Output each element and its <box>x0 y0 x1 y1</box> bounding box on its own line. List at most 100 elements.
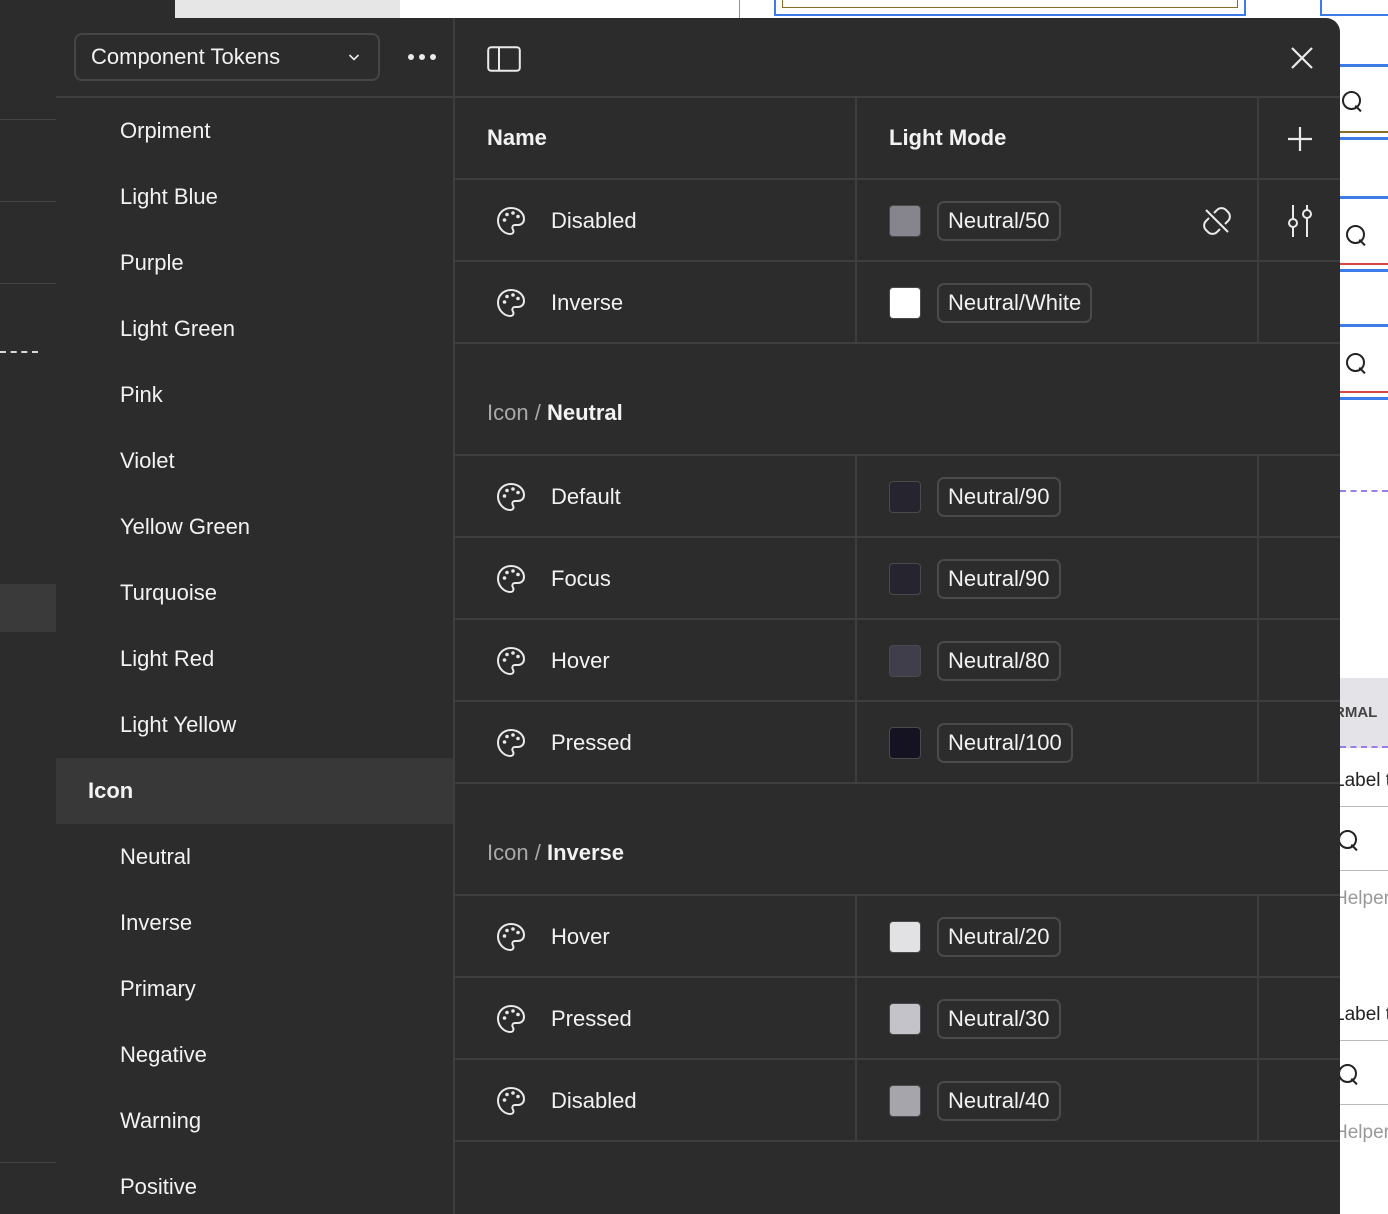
canvas-divider <box>0 119 56 120</box>
canvas-search-field <box>1340 324 1388 400</box>
color-swatch[interactable] <box>889 205 921 237</box>
group-item[interactable]: Light Red <box>56 626 453 692</box>
group-item[interactable]: Pink <box>56 362 453 428</box>
token-row[interactable]: Hover Neutral/20 <box>455 896 1340 978</box>
palette-icon <box>495 921 527 953</box>
column-header-mode[interactable]: Light Mode <box>857 98 1259 178</box>
alias-pill[interactable]: Neutral/20 <box>937 917 1061 957</box>
color-swatch[interactable] <box>889 1085 921 1117</box>
token-name: Hover <box>551 648 610 673</box>
alias-pill[interactable]: Neutral/80 <box>937 641 1061 681</box>
group-item[interactable]: Purple <box>56 230 453 296</box>
canvas-label-text: Label text <box>1340 1004 1388 1025</box>
search-icon <box>1338 1064 1360 1086</box>
token-value-cell[interactable]: Neutral/90 <box>857 456 1259 536</box>
canvas-guide-dash <box>1340 746 1388 748</box>
token-row[interactable]: Disabled Neutral/40 <box>455 1060 1340 1142</box>
more-dot <box>419 54 425 60</box>
token-name-cell[interactable]: Focus <box>455 538 857 618</box>
group-item[interactable]: Warning <box>56 1088 453 1154</box>
token-row[interactable]: Pressed Neutral/100 <box>455 702 1340 784</box>
plus-icon[interactable] <box>1287 126 1313 152</box>
token-name: Hover <box>551 924 610 949</box>
group-item[interactable]: Light Green <box>56 296 453 362</box>
color-swatch[interactable] <box>889 1003 921 1035</box>
token-value-cell[interactable]: Neutral/White <box>857 262 1259 342</box>
color-swatch[interactable] <box>889 481 921 513</box>
canvas-input-border <box>1340 1104 1388 1105</box>
alias-pill[interactable]: Neutral/30 <box>937 999 1061 1039</box>
color-swatch[interactable] <box>889 921 921 953</box>
token-name-cell[interactable]: Default <box>455 456 857 536</box>
alias-pill[interactable]: Neutral/100 <box>937 723 1073 763</box>
color-swatch[interactable] <box>889 287 921 319</box>
token-row[interactable]: Hover Neutral/80 <box>455 620 1340 702</box>
alias-pill[interactable]: Neutral/90 <box>937 477 1061 517</box>
table-toolbar <box>455 18 1340 98</box>
alias-pill[interactable]: Neutral/50 <box>937 201 1061 241</box>
group-item[interactable]: Yellow Green <box>56 494 453 560</box>
token-actions-cell <box>1259 1060 1340 1140</box>
collection-select[interactable]: Component Tokens <box>74 33 380 81</box>
token-name-cell[interactable]: Disabled <box>455 180 857 260</box>
section-separator: / <box>534 840 541 865</box>
token-actions-cell <box>1259 180 1340 260</box>
token-row[interactable]: Inverse Neutral/White <box>455 262 1340 344</box>
group-item[interactable]: Inverse <box>56 890 453 956</box>
group-item[interactable]: Light Yellow <box>56 692 453 758</box>
alias-pill[interactable]: Neutral/White <box>937 283 1093 323</box>
token-name-cell[interactable]: Hover <box>455 896 857 976</box>
canvas-search-field <box>1340 196 1388 272</box>
group-item-icon[interactable]: Icon <box>56 758 453 824</box>
sidebar-toggle-icon[interactable] <box>487 46 521 72</box>
token-value-cell[interactable]: Neutral/50 <box>857 180 1259 260</box>
token-row[interactable]: Disabled Neutral/50 <box>455 180 1340 262</box>
detach-alias-icon[interactable] <box>1203 207 1231 235</box>
palette-icon <box>495 645 527 677</box>
token-row[interactable]: Focus Neutral/90 <box>455 538 1340 620</box>
color-swatch[interactable] <box>889 727 921 759</box>
canvas-divider <box>0 283 56 284</box>
group-item[interactable]: Primary <box>56 956 453 1022</box>
palette-icon <box>495 205 527 237</box>
group-item[interactable]: Orpiment <box>56 98 453 164</box>
token-name-cell[interactable]: Disabled <box>455 1060 857 1140</box>
token-value-cell[interactable]: Neutral/20 <box>857 896 1259 976</box>
token-row[interactable]: Default Neutral/90 <box>455 456 1340 538</box>
color-swatch[interactable] <box>889 563 921 595</box>
token-actions-cell <box>1259 702 1340 782</box>
token-row[interactable]: Pressed Neutral/30 <box>455 978 1340 1060</box>
group-item[interactable]: Turquoise <box>56 560 453 626</box>
token-value-cell[interactable]: Neutral/80 <box>857 620 1259 700</box>
alias-pill[interactable]: Neutral/90 <box>937 559 1061 599</box>
group-item[interactable]: Violet <box>56 428 453 494</box>
token-name-cell[interactable]: Inverse <box>455 262 857 342</box>
token-name-cell[interactable]: Hover <box>455 620 857 700</box>
more-options-button[interactable] <box>400 42 444 72</box>
token-actions-cell <box>1259 538 1340 618</box>
close-icon[interactable] <box>1290 46 1314 70</box>
token-value-cell[interactable]: Neutral/40 <box>857 1060 1259 1140</box>
token-value-cell[interactable]: Neutral/90 <box>857 538 1259 618</box>
search-icon <box>1346 225 1368 247</box>
color-swatch[interactable] <box>889 645 921 677</box>
group-item[interactable]: Positive <box>56 1154 453 1214</box>
token-value-cell[interactable]: Neutral/100 <box>857 702 1259 782</box>
canvas-helper-text: Helper text <box>1340 888 1388 909</box>
alias-pill[interactable]: Neutral/40 <box>937 1081 1061 1121</box>
group-item[interactable]: Negative <box>56 1022 453 1088</box>
section-child: Inverse <box>546 840 625 865</box>
search-icon <box>1338 830 1360 852</box>
variables-table-area: Name Light Mode Disabled Neutral/50 Invers… <box>455 18 1340 1214</box>
group-item[interactable]: Neutral <box>56 824 453 890</box>
token-value-cell[interactable]: Neutral/30 <box>857 978 1259 1058</box>
group-item[interactable]: Light Blue <box>56 164 453 230</box>
edit-variable-icon[interactable] <box>1285 204 1315 238</box>
token-name-cell[interactable]: Pressed <box>455 978 857 1058</box>
token-name-cell[interactable]: Pressed <box>455 702 857 782</box>
palette-icon <box>495 481 527 513</box>
canvas-guide-dash <box>1340 490 1388 492</box>
token-name: Focus <box>551 566 611 591</box>
palette-icon <box>495 287 527 319</box>
collection-select-label: Component Tokens <box>91 44 281 69</box>
